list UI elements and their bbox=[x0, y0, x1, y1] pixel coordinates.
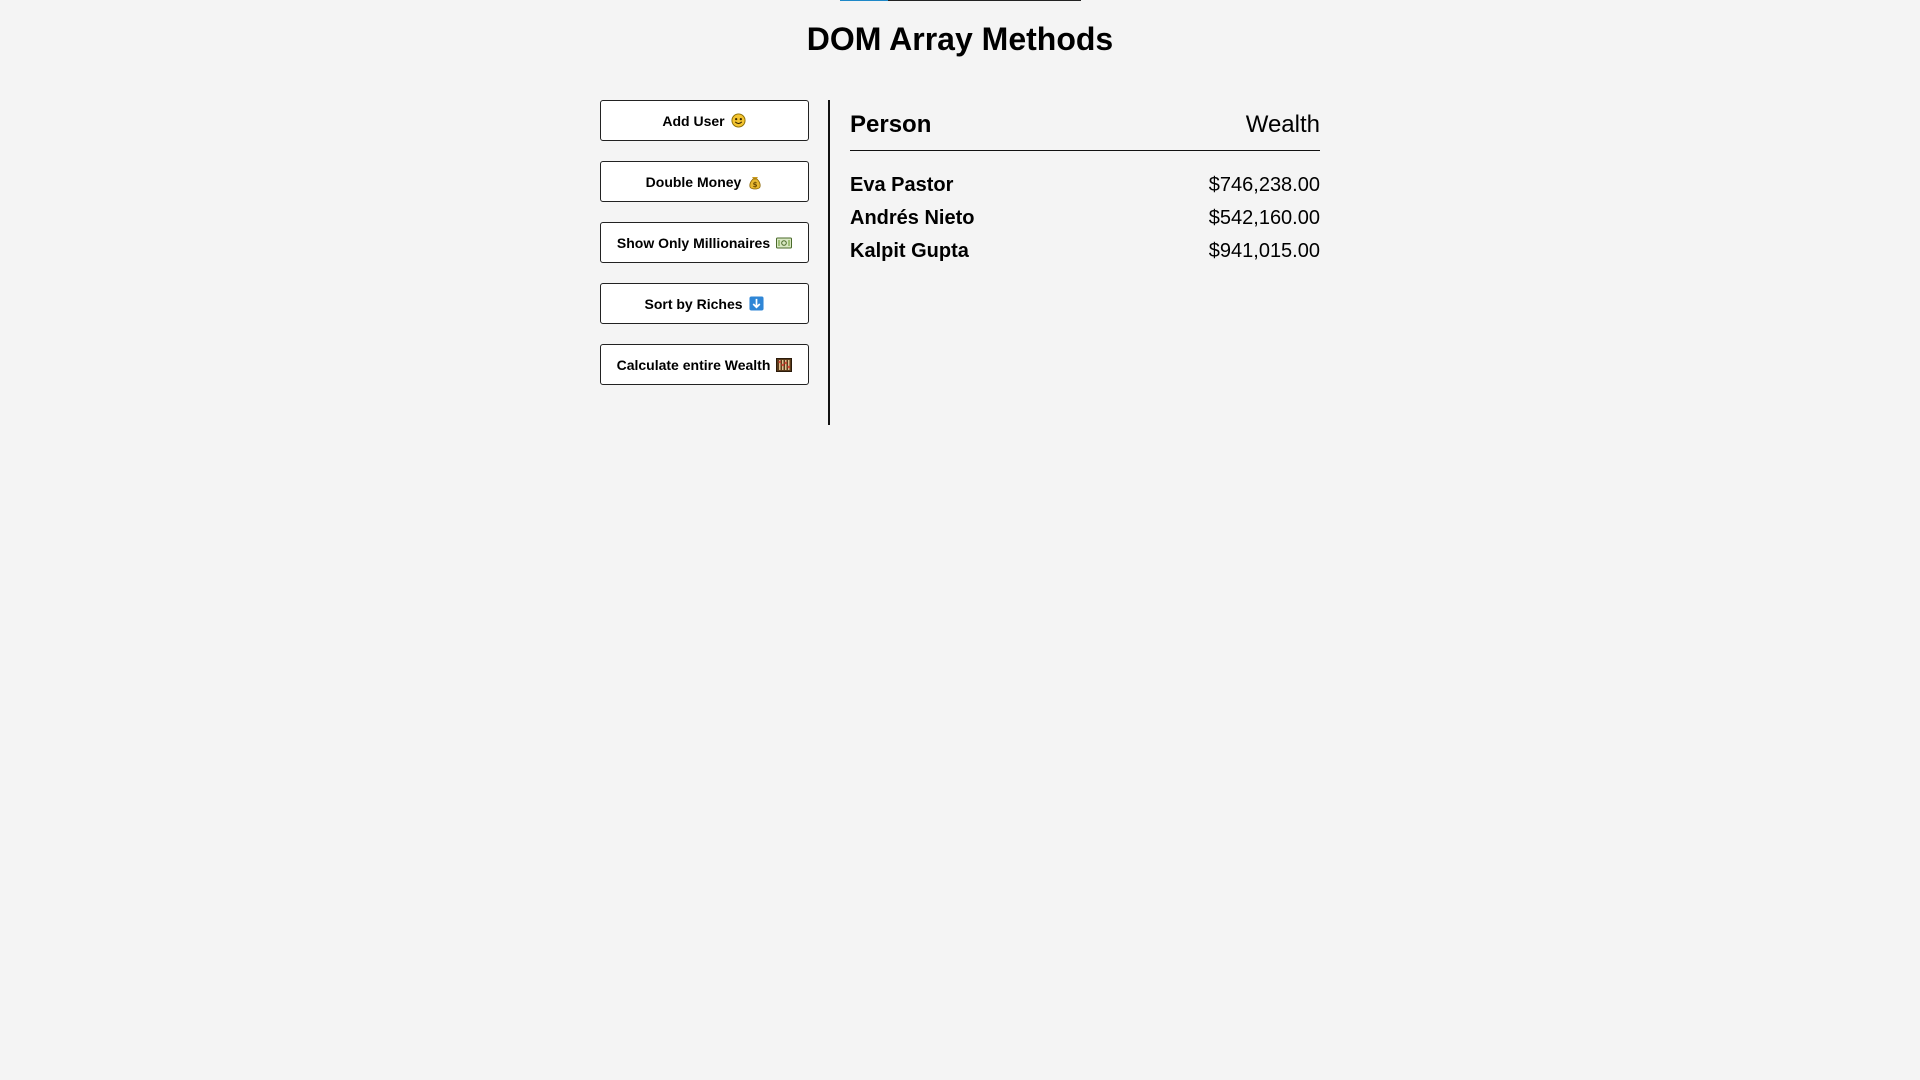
sort-icon bbox=[749, 296, 765, 312]
header-person: Person bbox=[850, 111, 932, 138]
person-name: Andrés Nieto bbox=[850, 207, 975, 229]
vertical-divider bbox=[828, 100, 830, 425]
table-rows: Eva Pastor $746,238.00 Andrés Nieto $542… bbox=[850, 169, 1320, 268]
double-money-button[interactable]: Double Money $ bbox=[600, 161, 809, 202]
svg-text:$: $ bbox=[753, 181, 758, 189]
actions-sidebar: Add User Double Money $ Show Only Millio… bbox=[600, 100, 809, 405]
smiley-money-icon bbox=[731, 113, 747, 129]
person-wealth: $746,238.00 bbox=[1208, 174, 1320, 196]
person-wealth: $941,015.00 bbox=[1208, 240, 1320, 262]
banknote-icon bbox=[776, 235, 793, 251]
top-progress-fill bbox=[840, 0, 888, 1]
table-row: Andrés Nieto $542,160.00 bbox=[850, 202, 1320, 235]
person-name: Eva Pastor bbox=[850, 174, 954, 196]
calculate-wealth-label: Calculate entire Wealth bbox=[616, 356, 771, 373]
wealth-table: Person Wealth Eva Pastor $746,238.00 And… bbox=[850, 110, 1320, 268]
add-user-button[interactable]: Add User bbox=[600, 100, 809, 141]
sort-by-riches-label: Sort by Riches bbox=[644, 295, 743, 312]
table-row: Kalpit Gupta $941,015.00 bbox=[850, 235, 1320, 268]
header-wealth: Wealth bbox=[1245, 111, 1320, 138]
page-title: DOM Array Methods bbox=[806, 21, 1114, 57]
double-money-label: Double Money bbox=[645, 173, 742, 190]
money-bag-icon: $ bbox=[747, 174, 763, 190]
add-user-label: Add User bbox=[662, 112, 725, 129]
top-progress-bar bbox=[840, 0, 1081, 1]
show-millionaires-button[interactable]: Show Only Millionaires bbox=[600, 222, 809, 263]
table-row: Eva Pastor $746,238.00 bbox=[850, 169, 1320, 202]
show-millionaires-label: Show Only Millionaires bbox=[616, 234, 771, 251]
table-header: Person Wealth bbox=[850, 110, 1320, 151]
abacus-icon bbox=[776, 357, 793, 373]
calculate-wealth-button[interactable]: Calculate entire Wealth bbox=[600, 344, 809, 385]
sort-by-riches-button[interactable]: Sort by Riches bbox=[600, 283, 809, 324]
person-name: Kalpit Gupta bbox=[850, 240, 969, 262]
person-wealth: $542,160.00 bbox=[1208, 207, 1320, 229]
